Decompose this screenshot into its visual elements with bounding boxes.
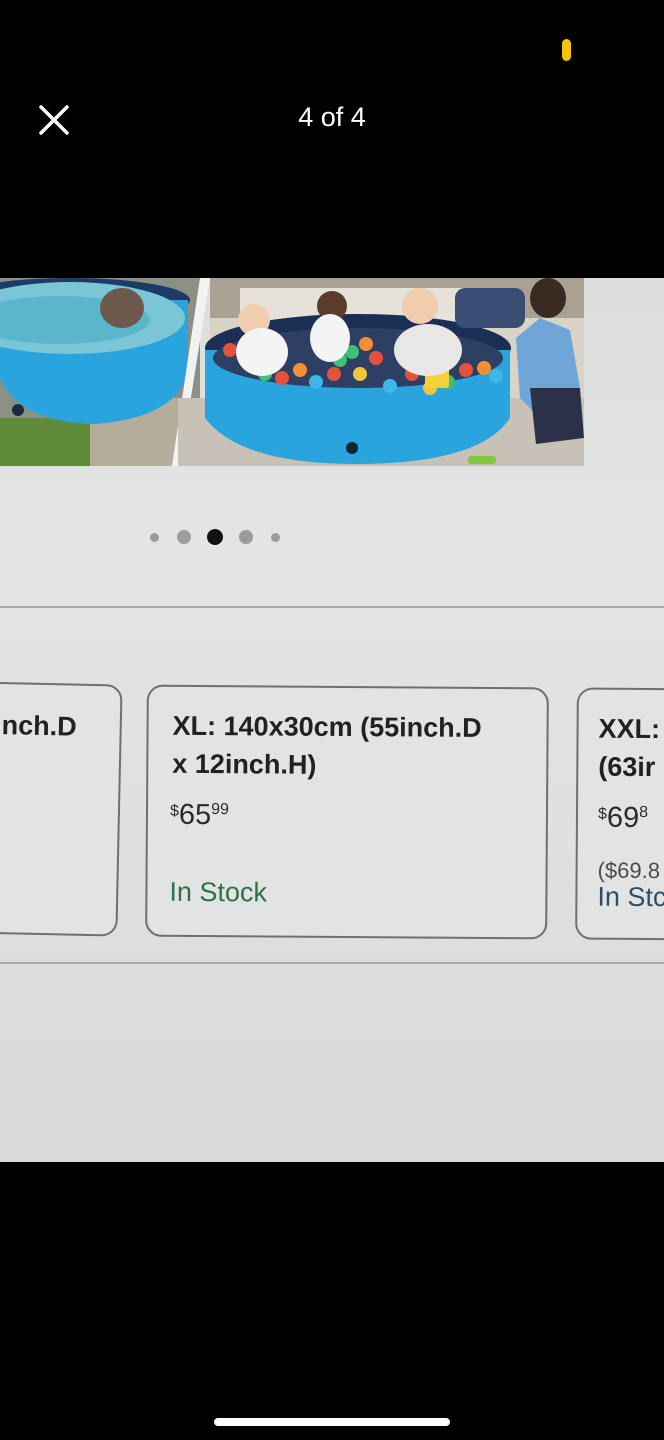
carousel-dot-active[interactable] [207, 529, 223, 545]
home-indicator[interactable] [214, 1418, 450, 1426]
divider-bottom [0, 962, 664, 964]
price: $6599 [170, 799, 229, 832]
carousel-dot[interactable] [177, 530, 191, 544]
price-currency: $ [597, 805, 607, 823]
price-cents: 99 [211, 801, 230, 819]
price: $698 [598, 802, 648, 835]
price-whole: 65 [178, 798, 212, 832]
carousel-dot[interactable] [239, 530, 253, 544]
carousel-dot[interactable] [150, 533, 159, 542]
size-option-card-previous[interactable]: nch.D [0, 681, 123, 937]
stock-status: In Stock [169, 876, 268, 908]
size-option-title-line2: (63ir [598, 751, 656, 783]
status-indicator [562, 39, 571, 61]
price-currency: $ [169, 802, 179, 820]
photo-counter: 4 of 4 [298, 102, 366, 132]
stock-status: In Stc [597, 881, 664, 913]
size-option-title-line1: XL: 140x30cm (55inch.D [172, 710, 482, 743]
photo-viewport[interactable]: nch.D XL: 140x30cm (55inch.D x 12inch.H)… [0, 278, 664, 1162]
size-option-card-xxl[interactable]: XXL: (63ir $698 ($69.8 In Stc [575, 687, 664, 941]
price-cents: 8 [639, 803, 649, 822]
unit-price: ($69.8 [597, 857, 661, 884]
carousel-dot[interactable] [271, 533, 280, 542]
product-image[interactable] [0, 278, 584, 466]
size-option-title-line2: x 12inch.H) [172, 748, 317, 780]
price-whole: 69 [606, 801, 640, 834]
carousel-dots[interactable] [140, 528, 300, 548]
size-option-title: nch.D [1, 710, 78, 742]
size-option-title-line1: XXL: [598, 713, 661, 745]
size-option-title: XXL: (63ir [598, 710, 660, 786]
divider-top [0, 606, 664, 608]
size-option-title: XL: 140x30cm (55inch.D x 12inch.H) [172, 707, 482, 785]
size-option-card-xl[interactable]: XL: 140x30cm (55inch.D x 12inch.H) $6599… [145, 684, 549, 940]
